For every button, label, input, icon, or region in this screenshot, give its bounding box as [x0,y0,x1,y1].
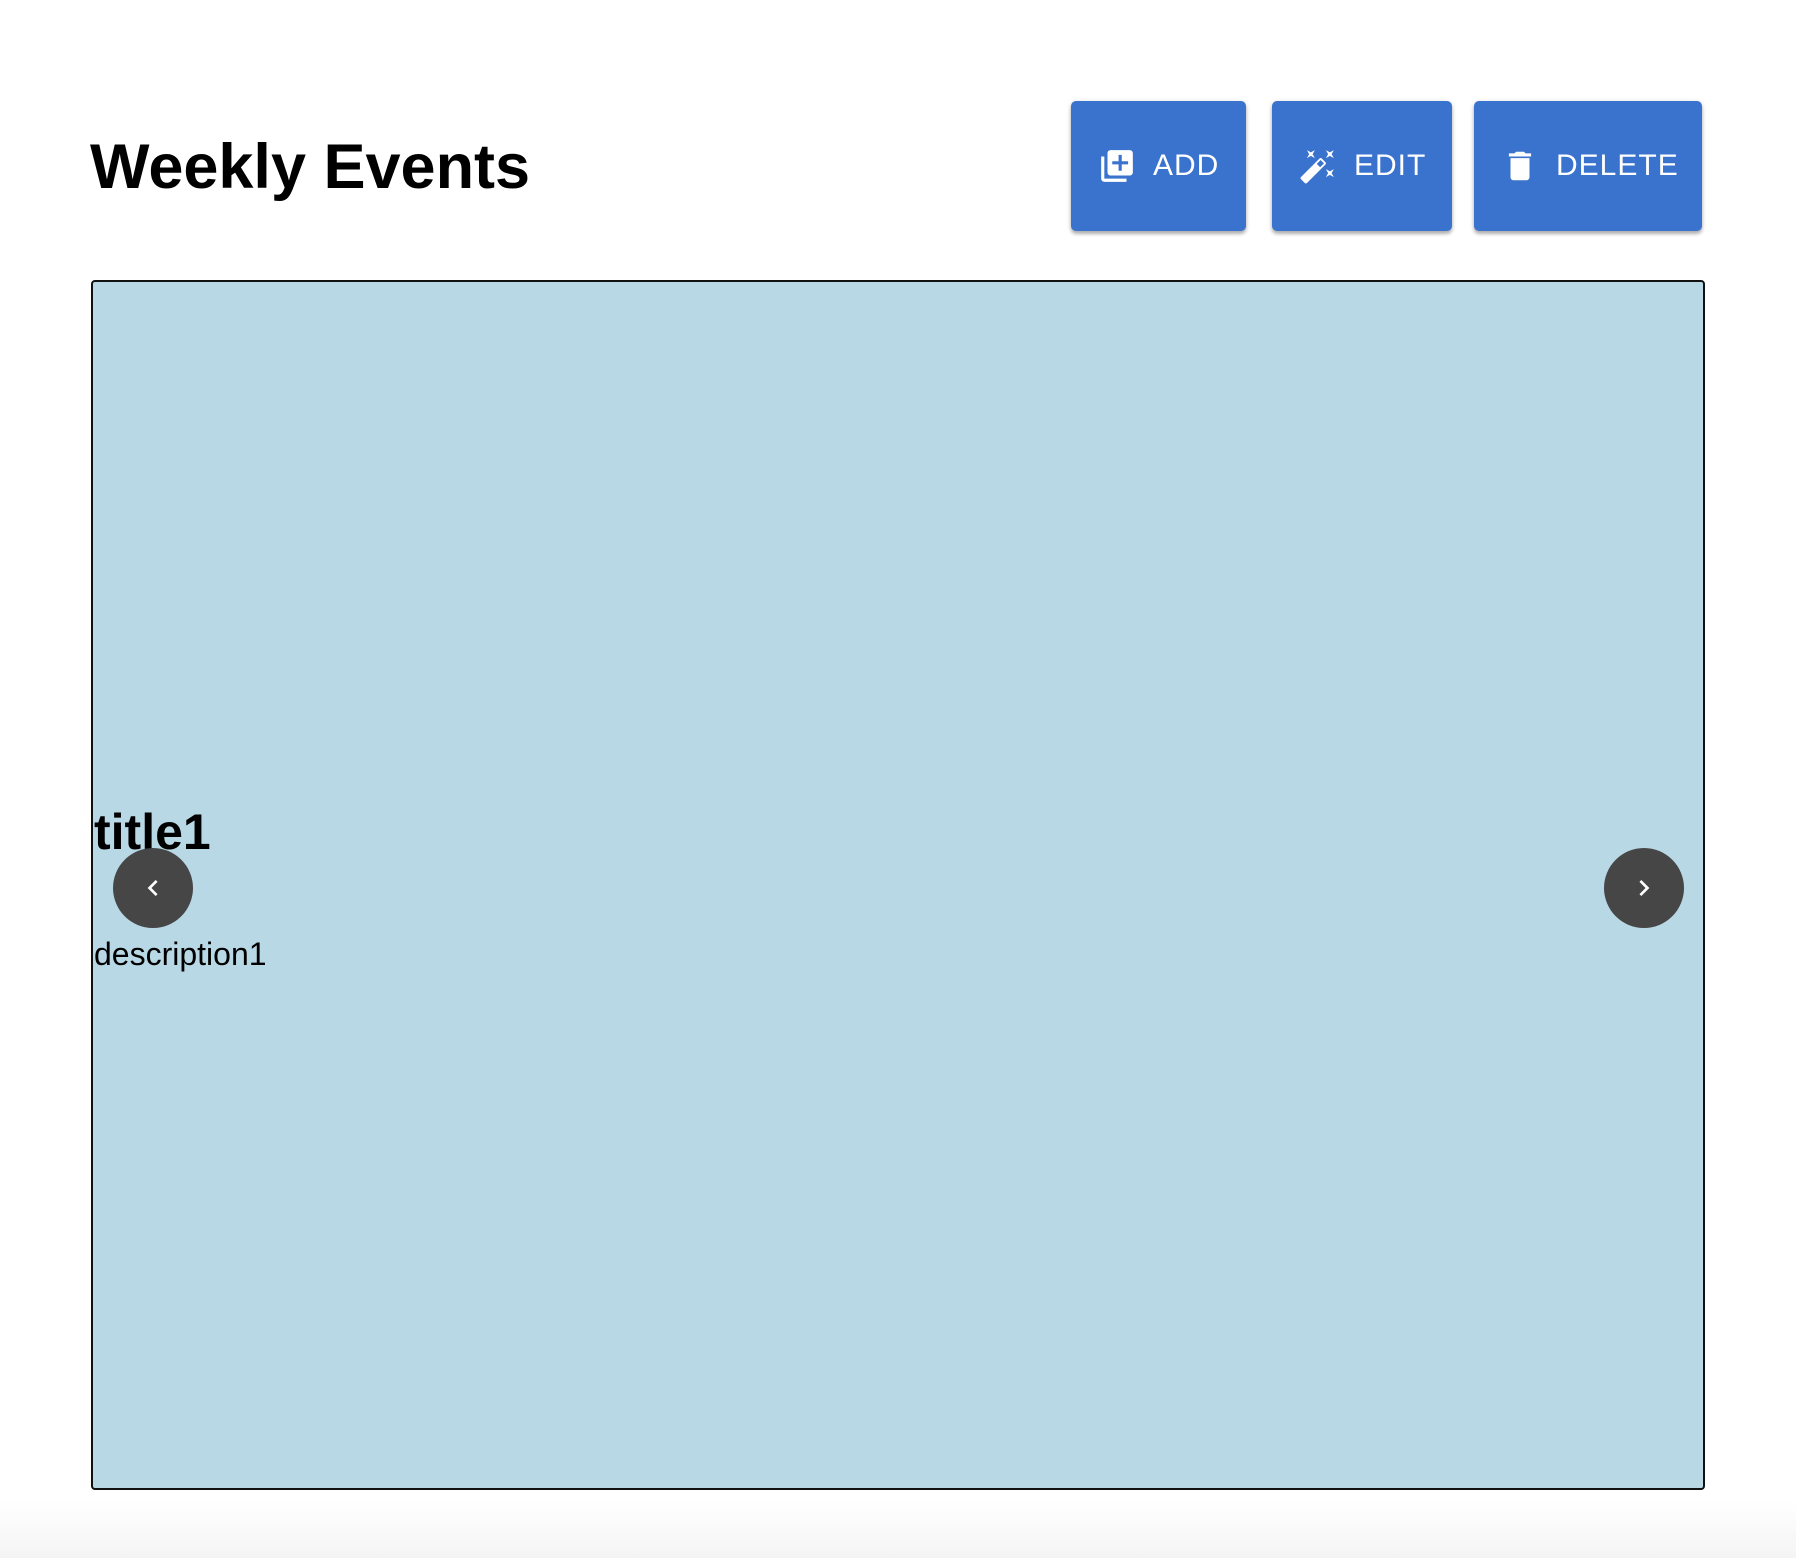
chevron-left-icon [137,872,169,904]
magic-wand-icon [1299,147,1337,185]
library-add-icon [1098,147,1136,185]
slide-description: description1 [94,936,267,972]
delete-button-label: DELETE [1556,149,1679,182]
add-button[interactable]: ADD [1071,101,1246,231]
trash-icon [1501,147,1539,185]
add-button-label: ADD [1153,149,1220,182]
next-slide-button[interactable] [1604,848,1684,928]
previous-slide-button[interactable] [113,848,193,928]
events-carousel: title1 description1 [91,280,1705,1490]
page-title: Weekly Events [90,132,531,202]
delete-button[interactable]: DELETE [1474,101,1702,231]
edit-button-label: EDIT [1354,149,1427,182]
edit-button[interactable]: EDIT [1272,101,1452,231]
chevron-right-icon [1628,872,1660,904]
page-footer-shade [0,1500,1796,1558]
